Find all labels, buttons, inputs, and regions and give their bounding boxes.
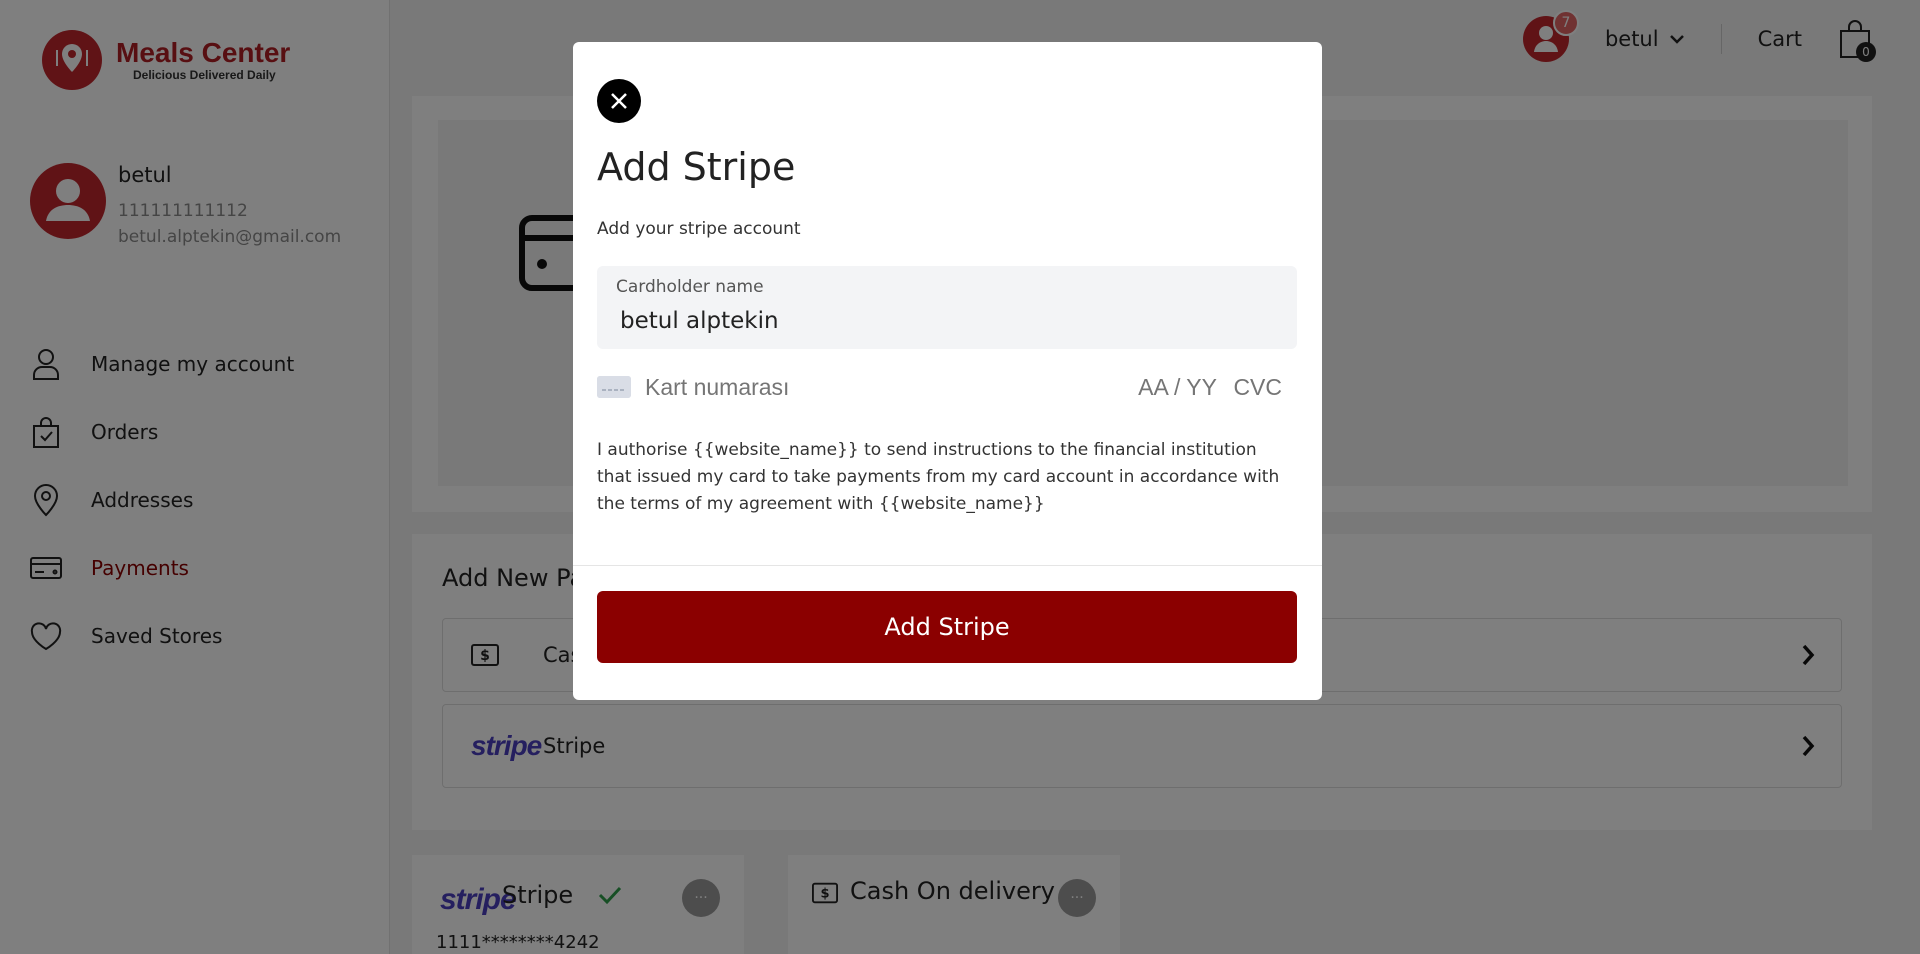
add-stripe-button[interactable]: Add Stripe <box>597 591 1297 663</box>
add-stripe-modal: Add Stripe Add your stripe account Cardh… <box>573 42 1322 700</box>
card-details-field[interactable] <box>597 367 1297 407</box>
card-brand-icon <box>597 376 631 398</box>
modal-subtitle: Add your stripe account <box>597 219 801 239</box>
close-icon <box>611 93 627 109</box>
card-expiry-input[interactable] <box>1125 373 1217 401</box>
modal-divider <box>573 565 1322 566</box>
modal-title: Add Stripe <box>597 145 796 189</box>
stripe-mandate-text: I authorise {{website_name}} to send ins… <box>597 440 1280 514</box>
cardholder-name-label: Cardholder name <box>616 277 764 297</box>
card-cvc-input[interactable] <box>1226 373 1282 401</box>
cardholder-name-input[interactable] <box>616 303 1276 339</box>
card-number-input[interactable] <box>645 373 1065 401</box>
cardholder-name-field[interactable]: Cardholder name <box>597 266 1297 349</box>
close-button[interactable] <box>597 79 641 123</box>
